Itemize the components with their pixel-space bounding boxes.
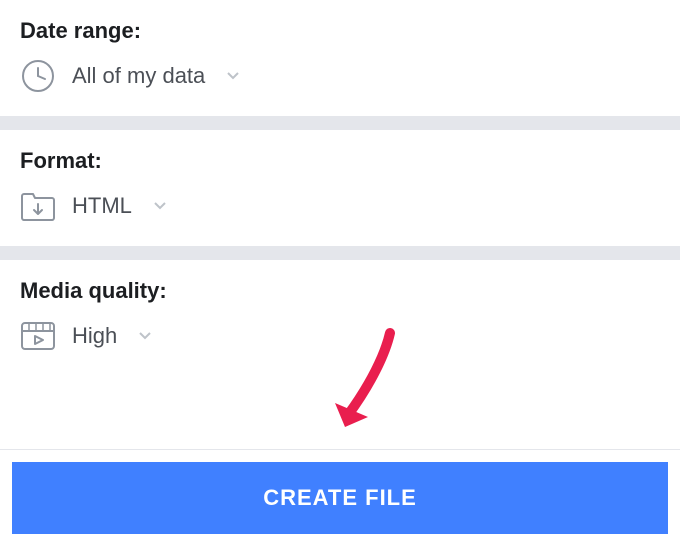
media-quality-section: Media quality: High — [0, 260, 680, 376]
clock-icon — [20, 58, 56, 94]
divider — [0, 116, 680, 130]
date-range-section: Date range: All of my data — [0, 0, 680, 116]
media-icon — [20, 318, 56, 354]
format-value: HTML — [72, 193, 132, 219]
chevron-down-icon — [227, 72, 239, 80]
date-range-value: All of my data — [72, 63, 205, 89]
create-file-button[interactable]: CREATE FILE — [12, 462, 668, 534]
media-quality-dropdown[interactable]: High — [20, 318, 660, 354]
media-quality-label: Media quality: — [20, 278, 660, 304]
date-range-label: Date range: — [20, 18, 660, 44]
format-section: Format: HTML — [0, 130, 680, 246]
format-dropdown[interactable]: HTML — [20, 188, 660, 224]
chevron-down-icon — [139, 332, 151, 340]
button-area: CREATE FILE — [0, 449, 680, 546]
date-range-dropdown[interactable]: All of my data — [20, 58, 660, 94]
chevron-down-icon — [154, 202, 166, 210]
media-quality-value: High — [72, 323, 117, 349]
folder-download-icon — [20, 188, 56, 224]
format-label: Format: — [20, 148, 660, 174]
divider — [0, 246, 680, 260]
